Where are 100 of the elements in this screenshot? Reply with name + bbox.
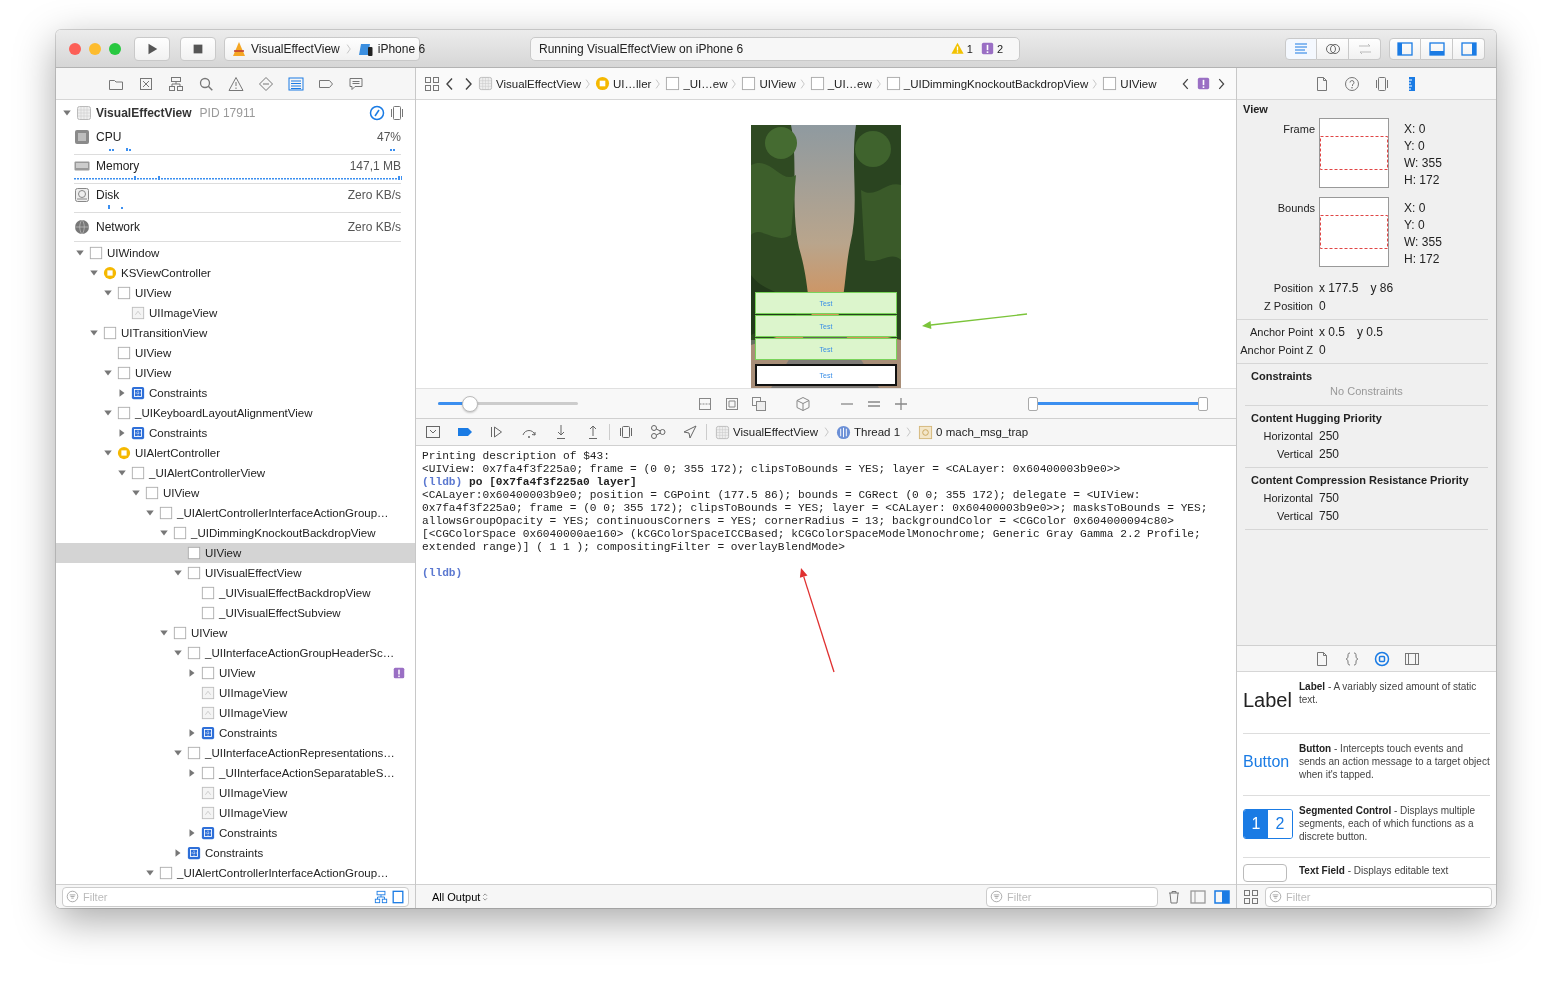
- panel-toggle-button[interactable]: [1389, 37, 1421, 60]
- device-icon[interactable]: [389, 105, 405, 121]
- tree-row[interactable]: UITransitionView: [56, 323, 415, 343]
- breadcrumb[interactable]: UI…ller: [595, 76, 652, 91]
- tree-row[interactable]: UIView: [56, 543, 415, 563]
- tree-row[interactable]: _UIInterfaceActionGroupHeaderSc…: [56, 643, 415, 663]
- grid-icon[interactable]: [1243, 888, 1259, 905]
- output-menu[interactable]: All Output: [426, 889, 499, 904]
- device-button[interactable]: iPhone 6: [355, 40, 428, 57]
- disclosure-triangle-icon[interactable]: [145, 508, 155, 518]
- panel-toggle-button[interactable]: [1453, 37, 1485, 60]
- film-icon[interactable]: [1403, 650, 1420, 667]
- warning-icon[interactable]: [227, 75, 244, 92]
- disclosure-triangle-icon[interactable]: [75, 248, 85, 258]
- tree-row[interactable]: _UIInterfaceActionRepresentations…: [56, 743, 415, 763]
- tree-row[interactable]: UIVisualEffectView: [56, 563, 415, 583]
- location-icon[interactable]: [682, 424, 698, 440]
- layers-icon[interactable]: [751, 395, 767, 412]
- filter-field[interactable]: Filter: [986, 886, 1158, 907]
- tree-row[interactable]: Constraints: [56, 723, 415, 743]
- scheme-button[interactable]: VisualEffectView: [229, 40, 342, 57]
- tree-row[interactable]: _UIAlertControllerInterfaceActionGroup…: [56, 503, 415, 523]
- disclosure-triangle-icon[interactable]: [103, 368, 113, 378]
- breadcrumb[interactable]: VisualEffectView: [715, 424, 819, 440]
- breadcrumb[interactable]: UIView: [741, 76, 796, 91]
- run-button[interactable]: [134, 36, 170, 61]
- hierarchy-icon[interactable]: [167, 75, 184, 92]
- console-view-icon[interactable]: [1214, 888, 1230, 905]
- breadcrumb[interactable]: _UI…ew: [809, 76, 872, 91]
- trash-icon[interactable]: [1166, 888, 1182, 905]
- disclosure-triangle-icon[interactable]: [173, 648, 183, 658]
- breadcrumb[interactable]: _UIDimmingKnockoutBackdropView: [885, 76, 1089, 91]
- disclosure-triangle-icon[interactable]: [173, 748, 183, 758]
- gauge-icon[interactable]: [369, 105, 385, 121]
- disclosure-triangle-icon[interactable]: [103, 448, 113, 458]
- tree-row[interactable]: UIView: [56, 663, 415, 683]
- disclosure-triangle-icon[interactable]: [103, 408, 113, 418]
- panel-toggle-button[interactable]: [1421, 37, 1453, 60]
- braces-icon[interactable]: [1343, 650, 1360, 667]
- close-button[interactable]: [69, 42, 81, 55]
- tree-row[interactable]: _UIVisualEffectBackdropView: [56, 583, 415, 603]
- rectangle-icon[interactable]: [391, 889, 405, 904]
- frames-icon[interactable]: [724, 395, 740, 412]
- tree-row[interactable]: Constraints: [56, 843, 415, 863]
- disclosure-triangle-icon[interactable]: [173, 568, 183, 578]
- disclosure-triangle-icon[interactable]: [62, 108, 72, 118]
- tree-row[interactable]: UIImageView: [56, 703, 415, 723]
- breadcrumb[interactable]: _UI…ew: [665, 76, 728, 91]
- disclosure-triangle-icon[interactable]: [159, 628, 169, 638]
- hide-panel-icon[interactable]: [425, 424, 441, 440]
- tree-row[interactable]: UIWindow: [56, 243, 415, 263]
- disclosure-triangle-icon[interactable]: [187, 668, 197, 678]
- tree-row[interactable]: UIAlertController: [56, 443, 415, 463]
- help-icon[interactable]: [1343, 75, 1360, 92]
- tree-row[interactable]: KSViewController: [56, 263, 415, 283]
- disclosure-triangle-icon[interactable]: [117, 388, 127, 398]
- tree-row[interactable]: UIImageView: [56, 683, 415, 703]
- range-slider[interactable]: [1028, 395, 1208, 412]
- cube-icon[interactable]: [795, 395, 811, 412]
- tree-row[interactable]: _UIInterfaceActionSeparatableS…: [56, 763, 415, 783]
- filter-field[interactable]: Filter: [1265, 886, 1492, 907]
- tree-row[interactable]: _UIKeyboardLayoutAlignmentView: [56, 403, 415, 423]
- crossed-box-icon[interactable]: [137, 75, 154, 92]
- breadcrumb[interactable]: 0 mach_msg_trap: [918, 424, 1029, 440]
- tree-row[interactable]: _UIVisualEffectSubview: [56, 603, 415, 623]
- issue-icon[interactable]: [1197, 77, 1210, 90]
- tree-row[interactable]: UIImageView: [56, 783, 415, 803]
- tree-row[interactable]: _UIAlertControllerView: [56, 463, 415, 483]
- continue-icon[interactable]: [489, 424, 505, 440]
- breadcrumb[interactable]: UIView: [1102, 76, 1157, 91]
- disclosure-triangle-icon[interactable]: [131, 488, 141, 498]
- disclosure-triangle-icon[interactable]: [187, 828, 197, 838]
- frames-icon[interactable]: [697, 395, 713, 412]
- breadcrumb[interactable]: Thread 1: [836, 424, 901, 440]
- disclosure-triangle-icon[interactable]: [173, 848, 183, 858]
- breadcrumb[interactable]: VisualEffectView: [478, 76, 582, 91]
- disclosure-triangle-icon[interactable]: [117, 428, 127, 438]
- tree-row[interactable]: UIImageView: [56, 303, 415, 323]
- speech-bubble-icon[interactable]: [347, 75, 364, 92]
- tree-row[interactable]: UIView: [56, 363, 415, 383]
- tree-row[interactable]: UIView: [56, 343, 415, 363]
- list-icon[interactable]: [287, 75, 304, 92]
- tree-row[interactable]: Constraints: [56, 423, 415, 443]
- grid-icon[interactable]: [424, 75, 440, 92]
- tree-row[interactable]: UIImageView: [56, 803, 415, 823]
- tree-row[interactable]: Constraints: [56, 383, 415, 403]
- disclosure-triangle-icon[interactable]: [89, 268, 99, 278]
- filter-field[interactable]: Filter: [62, 886, 409, 907]
- tree-row[interactable]: _UIAlertControllerInterfaceActionGroup…: [56, 863, 415, 883]
- search-icon[interactable]: [197, 75, 214, 92]
- disclosure-triangle-icon[interactable]: [89, 328, 99, 338]
- disclosure-triangle-icon[interactable]: [187, 768, 197, 778]
- variables-view-icon[interactable]: [1190, 888, 1206, 905]
- circle-icon[interactable]: [1373, 650, 1390, 667]
- graph-icon[interactable]: [650, 424, 666, 440]
- stop-button[interactable]: [180, 36, 216, 61]
- tree-row[interactable]: Constraints: [56, 823, 415, 843]
- disclosure-triangle-icon[interactable]: [145, 868, 155, 878]
- tree-row[interactable]: _UIDimmingKnockoutBackdropView: [56, 523, 415, 543]
- tree-row[interactable]: UIView: [56, 283, 415, 303]
